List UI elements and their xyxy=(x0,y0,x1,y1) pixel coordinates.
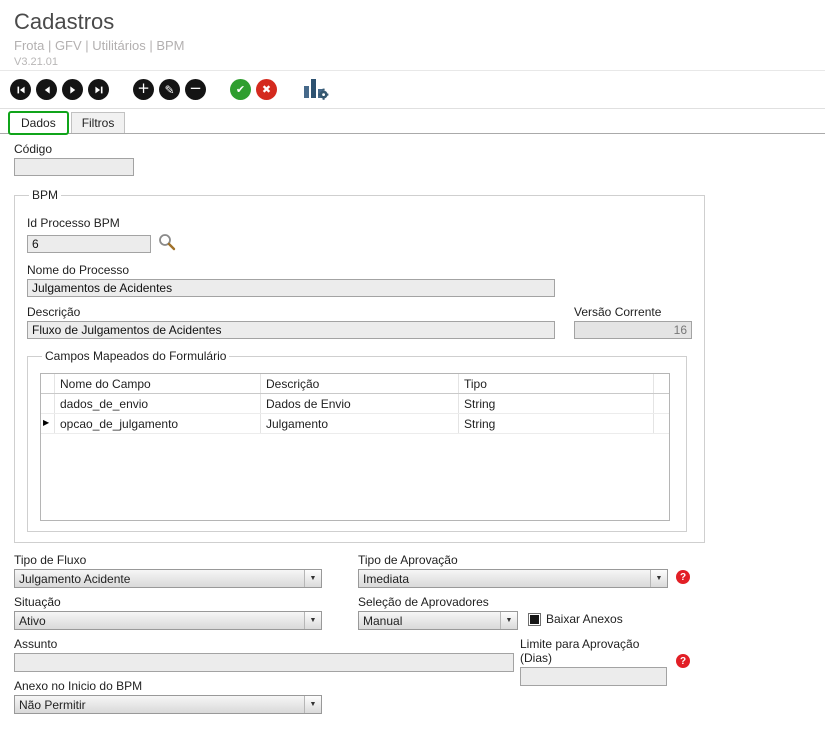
plus-icon: + xyxy=(137,79,150,97)
form-area: Código BPM Id Processo BPM Nome do Proce… xyxy=(0,134,825,738)
toolbar: + ✎ − ✔ ✖ xyxy=(0,71,825,109)
chevron-down-icon: ▼ xyxy=(650,570,667,587)
cell-nome: opcao_de_julgamento xyxy=(55,414,261,433)
cancel-button[interactable]: ✖ xyxy=(256,79,277,100)
id-processo-label: Id Processo BPM xyxy=(27,216,120,230)
bar-chart-gear-icon xyxy=(304,79,329,100)
lower-form: Tipo de Fluxo Julgamento Acidente ▼ Tipo… xyxy=(14,553,811,718)
confirm-button[interactable]: ✔ xyxy=(230,79,251,100)
descricao-field: Descrição xyxy=(27,305,555,339)
selecao-aprovadores-label: Seleção de Aprovadores xyxy=(358,595,489,609)
tipo-fluxo-field: Tipo de Fluxo Julgamento Acidente ▼ xyxy=(14,553,322,588)
column-header-tipo[interactable]: Tipo xyxy=(459,374,654,393)
add-button[interactable]: + xyxy=(133,79,154,100)
grid-header-row: Nome do Campo Descrição Tipo xyxy=(41,374,669,394)
cell-tipo: String xyxy=(459,394,654,413)
tipo-fluxo-label: Tipo de Fluxo xyxy=(14,553,87,567)
version-label: V3.21.01 xyxy=(14,56,59,68)
nome-processo-label: Nome do Processo xyxy=(27,263,130,277)
tab-filtros[interactable]: Filtros xyxy=(70,112,126,133)
campos-groupbox: Campos Mapeados do Formulário Nome do Ca… xyxy=(27,349,687,532)
assunto-field: Assunto xyxy=(14,637,514,672)
column-header-descricao[interactable]: Descrição xyxy=(261,374,459,393)
breadcrumb: Frota | GFV | Utilitários | BPM xyxy=(14,38,185,53)
check-icon: ✔ xyxy=(235,83,246,96)
assunto-label: Assunto xyxy=(14,637,58,651)
cell-nome: dados_de_envio xyxy=(55,394,261,413)
anexo-inicio-label: Anexo no Inicio do BPM xyxy=(14,679,143,693)
bpm-groupbox: BPM Id Processo BPM Nome do Processo Des… xyxy=(14,188,705,543)
tipo-aprovacao-field: Tipo de Aprovação Imediata ▼ xyxy=(358,553,668,588)
versao-corrente-label: Versão Corrente xyxy=(574,305,662,319)
nav-previous-button[interactable] xyxy=(36,79,57,100)
tab-dados[interactable]: Dados xyxy=(8,111,69,135)
situacao-label: Situação xyxy=(14,595,61,609)
bpm-group-title: BPM xyxy=(32,188,59,202)
close-icon: ✖ xyxy=(261,83,272,96)
first-icon xyxy=(17,86,25,93)
page-title: Cadastros xyxy=(14,9,115,34)
tipo-fluxo-select[interactable]: Julgamento Acidente ▼ xyxy=(14,569,322,588)
id-processo-input[interactable] xyxy=(27,234,151,253)
nome-processo-field: Nome do Processo xyxy=(27,263,692,297)
column-header-nome[interactable]: Nome do Campo xyxy=(55,374,261,393)
selecao-aprovadores-field: Seleção de Aprovadores Manual ▼ xyxy=(358,595,518,630)
campos-grid: Nome do Campo Descrição Tipo dados_de_en… xyxy=(40,373,670,521)
nav-first-button[interactable] xyxy=(10,79,31,100)
row-selector-arrow-icon: ▶ xyxy=(41,414,55,433)
limite-aprovacao-label: Limite para Aprovação (Dias) xyxy=(520,637,640,665)
nome-processo-input[interactable] xyxy=(27,279,555,297)
situacao-select[interactable]: Ativo ▼ xyxy=(14,611,322,630)
table-row[interactable]: dados_de_envio Dados de Envio String xyxy=(41,394,669,414)
last-icon xyxy=(94,86,102,93)
nav-next-button[interactable] xyxy=(62,79,83,100)
codigo-field: Código xyxy=(14,142,811,176)
assunto-input[interactable] xyxy=(14,653,514,672)
edit-button[interactable]: ✎ xyxy=(159,79,180,100)
cell-descricao: Julgamento xyxy=(261,414,459,433)
chevron-down-icon: ▼ xyxy=(304,570,321,587)
selector-header-cell xyxy=(41,374,55,393)
pencil-icon: ✎ xyxy=(164,82,175,97)
chevron-down-icon: ▼ xyxy=(500,612,517,629)
codigo-input[interactable] xyxy=(14,158,134,176)
campos-group-title: Campos Mapeados do Formulário xyxy=(45,349,227,363)
versao-corrente-input[interactable] xyxy=(574,321,692,339)
remove-button[interactable]: − xyxy=(185,79,206,100)
situacao-field: Situação Ativo ▼ xyxy=(14,595,322,630)
help-icon[interactable]: ? xyxy=(676,654,690,668)
previous-icon xyxy=(44,85,50,94)
help-icon[interactable]: ? xyxy=(676,570,690,584)
minus-icon: − xyxy=(189,79,202,97)
descricao-row: Descrição Versão Corrente xyxy=(27,305,692,339)
baixar-anexos-label: Baixar Anexos xyxy=(546,612,623,626)
tab-bar: Dados Filtros xyxy=(0,109,825,135)
next-icon xyxy=(69,85,75,94)
row-selector xyxy=(41,394,55,413)
limite-aprovacao-input[interactable] xyxy=(520,667,667,686)
tipo-aprovacao-select[interactable]: Imediata ▼ xyxy=(358,569,668,588)
versao-corrente-field: Versão Corrente xyxy=(574,305,692,339)
cell-tipo: String xyxy=(459,414,654,433)
nav-last-button[interactable] xyxy=(88,79,109,100)
chevron-down-icon: ▼ xyxy=(304,612,321,629)
baixar-anexos-checkbox[interactable]: Baixar Anexos xyxy=(528,612,623,626)
anexo-inicio-select[interactable]: Não Permitir ▼ xyxy=(14,695,322,714)
descricao-label: Descrição xyxy=(27,305,81,319)
chevron-down-icon: ▼ xyxy=(304,696,321,713)
chart-settings-button[interactable] xyxy=(303,76,329,103)
table-row-selected[interactable]: ▶ opcao_de_julgamento Julgamento String xyxy=(41,414,669,434)
codigo-label: Código xyxy=(14,142,53,156)
search-icon[interactable] xyxy=(157,232,177,255)
limite-aprovacao-field: Limite para Aprovação (Dias) xyxy=(520,637,667,686)
checkbox-box xyxy=(528,612,541,626)
anexo-inicio-field: Anexo no Inicio do BPM Não Permitir ▼ xyxy=(14,679,322,714)
tipo-aprovacao-label: Tipo de Aprovação xyxy=(358,553,458,567)
descricao-input[interactable] xyxy=(27,321,555,339)
cell-descricao: Dados de Envio xyxy=(261,394,459,413)
selecao-aprovadores-select[interactable]: Manual ▼ xyxy=(358,611,518,630)
app-header: Cadastros Frota | GFV | Utilitários | BP… xyxy=(0,0,825,71)
id-processo-field: Id Processo BPM xyxy=(27,216,692,255)
column-header-filler xyxy=(654,374,669,393)
